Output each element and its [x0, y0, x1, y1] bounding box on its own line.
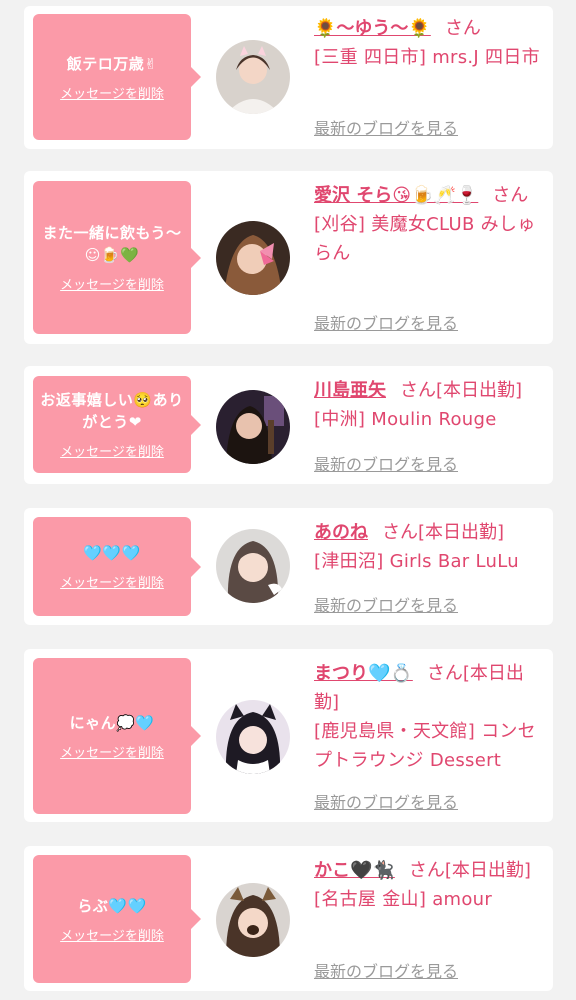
profile-name-link[interactable]: まつり🩵💍 — [314, 663, 413, 684]
delete-message-link[interactable]: メッセージを削除 — [60, 572, 164, 591]
shop-info: [三重 四日市] mrs.J 四日市 — [314, 47, 540, 68]
delete-message-link[interactable]: メッセージを削除 — [60, 441, 164, 460]
message-bubble: 飯テロ万歳✌ メッセージを削除 — [33, 14, 201, 140]
message-bubble: にゃん💭🩵 メッセージを削除 — [33, 658, 201, 814]
message-text: また一緒に飲もう〜☺🍺💚 — [42, 224, 182, 264]
profile-info: かこ🖤🐈‍⬛ さん[本日出勤] [名古屋 金山] amour — [314, 856, 546, 914]
message-bubble: 🩵🩵🩵 メッセージを削除 — [33, 517, 201, 616]
name-suffix: さん[本日出勤] — [400, 380, 523, 401]
message-text: お返事嬉しい🥺ありがとう❤ — [40, 391, 184, 431]
shop-info: [名古屋 金山] amour — [314, 889, 493, 910]
list-item: また一緒に飲もう〜☺🍺💚 メッセージを削除 愛沢 そら😘🍺🥂🍷 さん [刈谷] 美… — [24, 171, 553, 344]
list-item: 🩵🩵🩵 メッセージを削除 あのね さん[本日出勤] [津田沼] Girls Bar… — [24, 508, 553, 625]
list-item: らぶ🩵🩵 メッセージを削除 かこ🖤🐈‍⬛ さん[本日出勤] [名古屋 金山] am… — [24, 846, 553, 991]
list-item: お返事嬉しい🥺ありがとう❤ メッセージを削除 川島亜矢 さん[本日出勤] [中洲]… — [24, 366, 553, 484]
shop-info: [津田沼] Girls Bar LuLu — [314, 551, 519, 572]
name-suffix: さん[本日出勤] — [382, 522, 505, 543]
name-suffix: さん[本日出勤] — [408, 860, 531, 881]
avatar[interactable] — [216, 529, 290, 603]
profile-name-link[interactable]: かこ🖤🐈‍⬛ — [314, 860, 395, 881]
delete-message-link[interactable]: メッセージを削除 — [60, 83, 164, 102]
latest-blog-link[interactable]: 最新のブログを見る — [314, 115, 458, 139]
profile-info: 🌻〜ゆう〜🌻 さん [三重 四日市] mrs.J 四日市 — [314, 14, 546, 72]
avatar[interactable] — [216, 40, 290, 114]
avatar[interactable] — [216, 883, 290, 957]
list-item: 飯テロ万歳✌ メッセージを削除 🌻〜ゆう〜🌻 さん [三重 四日市] mrs.J … — [24, 6, 553, 149]
delete-message-link[interactable]: メッセージを削除 — [60, 925, 164, 944]
avatar[interactable] — [216, 390, 290, 464]
profile-name-link[interactable]: 川島亜矢 — [314, 380, 386, 401]
profile-info: あのね さん[本日出勤] [津田沼] Girls Bar LuLu — [314, 518, 546, 576]
avatar[interactable] — [216, 221, 290, 295]
avatar[interactable] — [216, 700, 290, 774]
profile-name-link[interactable]: 🌻〜ゆう〜🌻 — [314, 18, 431, 39]
profile-info: 川島亜矢 さん[本日出勤] [中洲] Moulin Rouge — [314, 376, 546, 434]
name-suffix: さん — [444, 18, 481, 39]
name-suffix: さん — [492, 185, 529, 206]
delete-message-link[interactable]: メッセージを削除 — [60, 742, 164, 761]
message-text: 飯テロ万歳✌ — [66, 54, 158, 73]
message-text: 🩵🩵🩵 — [83, 544, 141, 562]
message-text: にゃん💭🩵 — [69, 713, 155, 732]
profile-info: まつり🩵💍 さん[本日出勤] [鹿児島県・天文館] コンセプトラウンジ Desse… — [314, 659, 546, 775]
latest-blog-link[interactable]: 最新のブログを見る — [314, 789, 458, 813]
profile-name-link[interactable]: あのね — [314, 522, 368, 543]
list-item: にゃん💭🩵 メッセージを削除 まつり🩵💍 さん[本日出勤] [鹿児島県・天文館] … — [24, 649, 553, 822]
message-bubble: また一緒に飲もう〜☺🍺💚 メッセージを削除 — [33, 181, 201, 334]
shop-info: [中洲] Moulin Rouge — [314, 409, 497, 430]
latest-blog-link[interactable]: 最新のブログを見る — [314, 958, 458, 982]
delete-message-link[interactable]: メッセージを削除 — [60, 274, 164, 293]
latest-blog-link[interactable]: 最新のブログを見る — [314, 451, 458, 475]
message-bubble: らぶ🩵🩵 メッセージを削除 — [33, 855, 201, 983]
shop-info: [刈谷] 美魔女CLUB みしゅらん — [314, 214, 536, 264]
message-text: らぶ🩵🩵 — [77, 896, 147, 915]
profile-name-link[interactable]: 愛沢 そら😘🍺🥂🍷 — [314, 185, 478, 206]
message-list: 飯テロ万歳✌ メッセージを削除 🌻〜ゆう〜🌻 さん [三重 四日市] mrs.J … — [0, 0, 576, 1000]
latest-blog-link[interactable]: 最新のブログを見る — [314, 310, 458, 334]
message-bubble: お返事嬉しい🥺ありがとう❤ メッセージを削除 — [33, 376, 201, 473]
profile-info: 愛沢 そら😘🍺🥂🍷 さん [刈谷] 美魔女CLUB みしゅらん — [314, 181, 546, 268]
latest-blog-link[interactable]: 最新のブログを見る — [314, 592, 458, 616]
shop-info: [鹿児島県・天文館] コンセプトラウンジ Dessert — [314, 721, 536, 771]
